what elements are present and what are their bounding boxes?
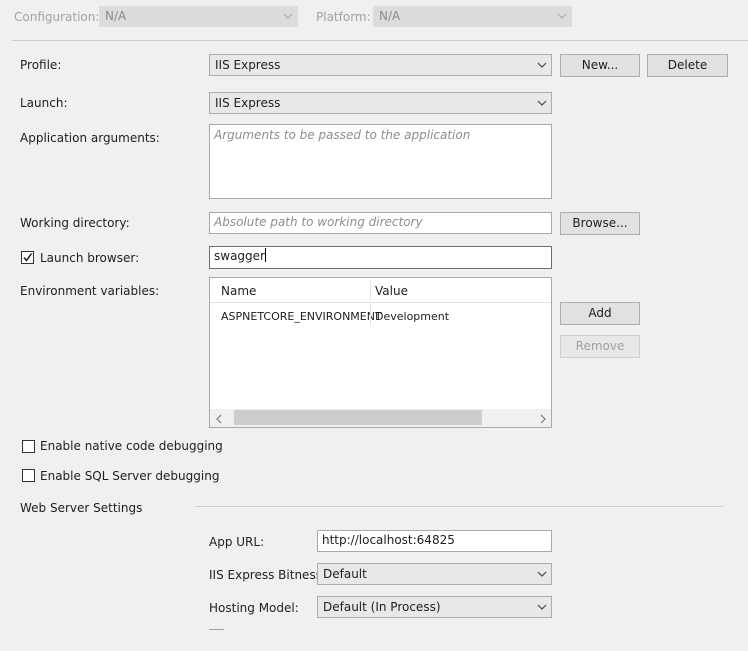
sql-debugging-label: Enable SQL Server debugging: [40, 469, 220, 483]
profile-select[interactable]: IIS Express: [209, 54, 552, 76]
env-vars-label: Environment variables:: [20, 284, 160, 298]
web-server-section-title: Web Server Settings: [20, 501, 143, 515]
bitness-select[interactable]: Default: [317, 563, 552, 585]
remove-env-var-button[interactable]: Remove: [560, 335, 640, 358]
column-header-name[interactable]: Name: [221, 283, 256, 299]
hosting-model-value: Default (In Process): [323, 600, 441, 614]
chevron-left-icon[interactable]: [216, 413, 222, 427]
horizontal-scrollbar[interactable]: [210, 409, 551, 427]
column-header-value[interactable]: Value: [375, 283, 408, 299]
launch-label: Launch:: [20, 96, 68, 110]
profile-label: Profile:: [20, 58, 62, 72]
delete-profile-button[interactable]: Delete: [647, 54, 728, 77]
platform-label: Platform:: [316, 10, 371, 24]
launch-browser-url-value: swagger: [214, 249, 265, 263]
new-profile-button[interactable]: New...: [560, 54, 640, 77]
bitness-value: Default: [323, 567, 367, 581]
add-env-var-button[interactable]: Add: [560, 302, 640, 325]
column-divider[interactable]: [370, 280, 371, 300]
working-dir-label: Working directory:: [20, 216, 130, 230]
chevron-down-icon: [537, 603, 547, 611]
chevron-down-icon: [537, 99, 547, 107]
env-vars-grid[interactable]: Name Value ASPNETCORE_ENVIRONMENT Develo…: [209, 277, 552, 428]
platform-select: N/A: [373, 6, 572, 27]
truncated-element-edge: [209, 629, 224, 630]
configuration-value: N/A: [105, 9, 127, 23]
hosting-model-select[interactable]: Default (In Process): [317, 596, 552, 618]
configuration-select: N/A: [99, 6, 298, 27]
cell-divider: [370, 303, 371, 326]
env-var-value: Development: [375, 310, 450, 323]
env-var-name: ASPNETCORE_ENVIRONMENT: [221, 310, 382, 323]
chevron-down-icon: [537, 570, 547, 578]
app-url-value: http://localhost:64825: [322, 533, 455, 547]
launch-value: IIS Express: [215, 96, 281, 110]
working-dir-input[interactable]: Absolute path to working directory: [209, 212, 552, 234]
app-args-textarea[interactable]: Arguments to be passed to the applicatio…: [209, 124, 552, 199]
profile-value: IIS Express: [215, 58, 281, 72]
native-debugging-label: Enable native code debugging: [40, 439, 223, 453]
scrollbar-thumb[interactable]: [234, 410, 482, 425]
app-args-label: Application arguments:: [20, 131, 160, 145]
checkmark-icon: [23, 253, 33, 262]
native-debugging-checkbox[interactable]: [22, 440, 35, 453]
header-divider: [12, 40, 748, 41]
app-url-label: App URL:: [209, 535, 265, 549]
section-divider: [195, 506, 723, 507]
chevron-down-icon: [537, 61, 547, 69]
sql-debugging-checkbox[interactable]: [22, 469, 35, 482]
chevron-right-icon[interactable]: [540, 413, 546, 427]
chevron-down-icon: [557, 12, 567, 20]
browse-button[interactable]: Browse...: [560, 212, 640, 235]
platform-value: N/A: [379, 9, 401, 23]
working-dir-placeholder: Absolute path to working directory: [214, 215, 423, 229]
app-args-placeholder: Arguments to be passed to the applicatio…: [214, 128, 471, 142]
env-vars-header: Name Value: [210, 278, 551, 303]
configuration-label: Configuration:: [14, 10, 100, 24]
text-caret: [264, 248, 266, 262]
launch-browser-url-input[interactable]: swagger: [209, 246, 552, 269]
chevron-down-icon: [283, 12, 293, 20]
launch-browser-checkbox[interactable]: [21, 251, 34, 264]
table-row[interactable]: ASPNETCORE_ENVIRONMENT Development: [210, 303, 551, 326]
launch-select[interactable]: IIS Express: [209, 92, 552, 114]
launch-browser-label: Launch browser:: [40, 251, 140, 265]
bitness-label: IIS Express Bitness:: [209, 568, 326, 582]
app-url-input[interactable]: http://localhost:64825: [317, 530, 552, 552]
hosting-model-label: Hosting Model:: [209, 601, 299, 615]
